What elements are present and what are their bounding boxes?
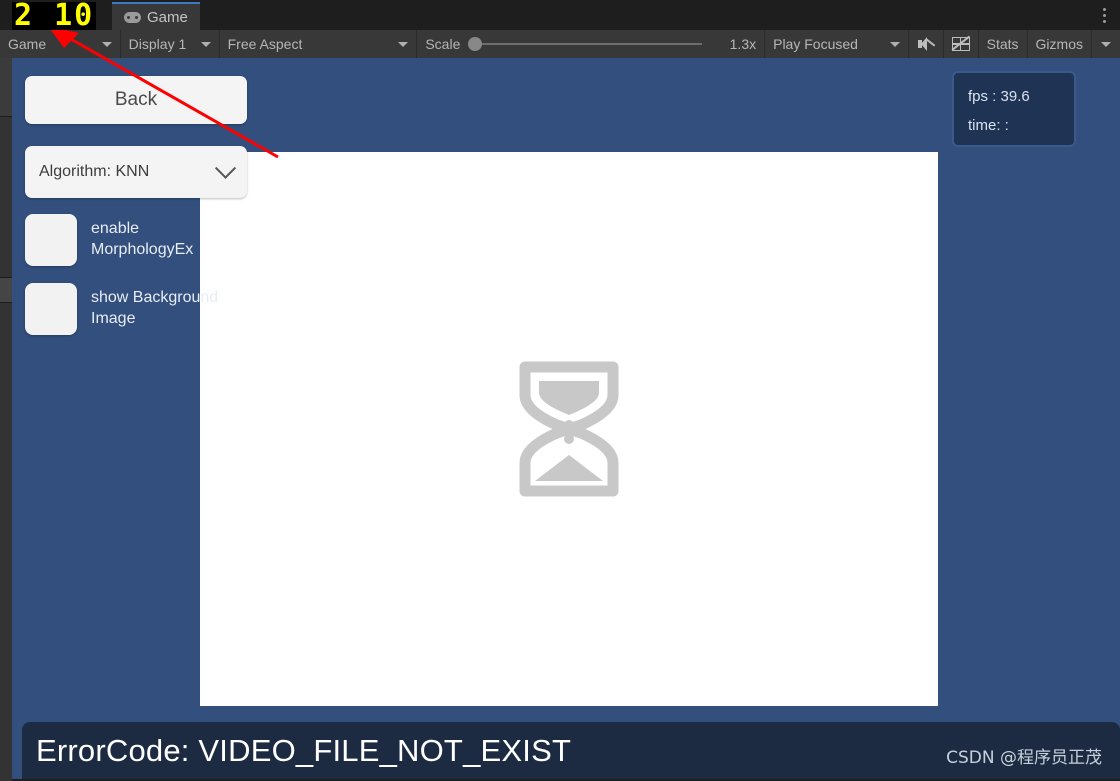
gizmos-grid-icon[interactable] [944, 30, 979, 58]
fps-stats-overlay: fps : 39.6 time: : [952, 71, 1076, 147]
tab-game-label: Game [147, 8, 188, 26]
display-label: Display 1 [128, 36, 187, 52]
error-message-bar: ErrorCode: VIDEO_FILE_NOT_EXIST CSDN @程序… [22, 722, 1120, 779]
checkbox-show-background-image[interactable] [25, 283, 77, 335]
chevron-down-icon [1101, 41, 1111, 47]
chevron-down-icon [214, 157, 237, 179]
time-line: time: : [968, 116, 1009, 134]
dock-tab-strip: Scene Game [0, 0, 1120, 31]
kebab-menu-icon[interactable] [1096, 5, 1112, 25]
stats-label: Stats [986, 36, 1019, 52]
chevron-down-icon [890, 41, 901, 47]
tab-game[interactable]: Game [112, 2, 200, 30]
game-view-canvas[interactable]: Back Algorithm: KNN enable MorphologyEx … [12, 58, 1120, 779]
scale-slider-handle[interactable] [468, 37, 483, 51]
gizmos-button[interactable]: Gizmos [1028, 30, 1091, 58]
chevron-down-icon [101, 41, 112, 47]
algorithm-dropdown[interactable]: Algorithm: KNN [25, 146, 247, 198]
toggle-show-background-image-label: show Background Image [91, 289, 219, 327]
play-mode-dropdown[interactable]: Play Focused [765, 30, 910, 58]
target-display-label: Game [8, 36, 47, 52]
back-button-label: Back [114, 89, 158, 110]
unity-editor-window: Scene Game Game Display 1 Free Aspect Sc… [0, 0, 1120, 781]
scale-slider-track[interactable] [468, 37, 703, 51]
display-dropdown[interactable]: Display 1 [121, 30, 220, 58]
checkbox-enable-morphologyex[interactable] [25, 214, 77, 266]
chevron-down-icon [200, 41, 211, 47]
gizmos-label: Gizmos [1035, 36, 1083, 52]
scale-label: Scale [425, 36, 461, 52]
toggle-enable-morphologyex[interactable]: enable MorphologyEx [25, 214, 241, 266]
aspect-ratio-label: Free Aspect [227, 36, 303, 52]
play-mode-label: Play Focused [773, 36, 858, 52]
algorithm-dropdown-label: Algorithm: KNN [39, 163, 150, 180]
gizmos-dropdown-toggle[interactable] [1091, 30, 1120, 58]
game-view-toolbar: Game Display 1 Free Aspect Scale 1.3x Pl… [0, 30, 1120, 59]
stats-button[interactable]: Stats [979, 30, 1028, 58]
annotation-step-badge: 2 10 [12, 0, 97, 33]
error-message-text: ErrorCode: VIDEO_FILE_NOT_EXIST [36, 732, 572, 768]
video-result-panel [200, 152, 938, 706]
mute-audio-icon[interactable] [909, 30, 945, 58]
left-docked-panel-strip [0, 58, 12, 781]
scale-value: 1.3x [729, 36, 757, 52]
hourglass-icon [519, 361, 619, 497]
scale-slider-group[interactable]: Scale 1.3x [417, 30, 766, 58]
mute-audio-glyph [917, 37, 936, 51]
aspect-ratio-dropdown[interactable]: Free Aspect [220, 30, 418, 58]
target-display-dropdown[interactable]: Game [0, 30, 121, 58]
gizmos-grid-glyph [951, 35, 970, 51]
chevron-down-icon [398, 41, 409, 47]
gamepad-icon [124, 11, 141, 23]
fps-line: fps : 39.6 [968, 88, 1030, 105]
back-button[interactable]: Back [25, 76, 247, 124]
toggle-enable-morphologyex-label: enable MorphologyEx [91, 220, 194, 258]
toggle-show-background-image[interactable]: show Background Image [25, 283, 241, 335]
watermark: CSDN @程序员正茂 [946, 748, 1102, 768]
